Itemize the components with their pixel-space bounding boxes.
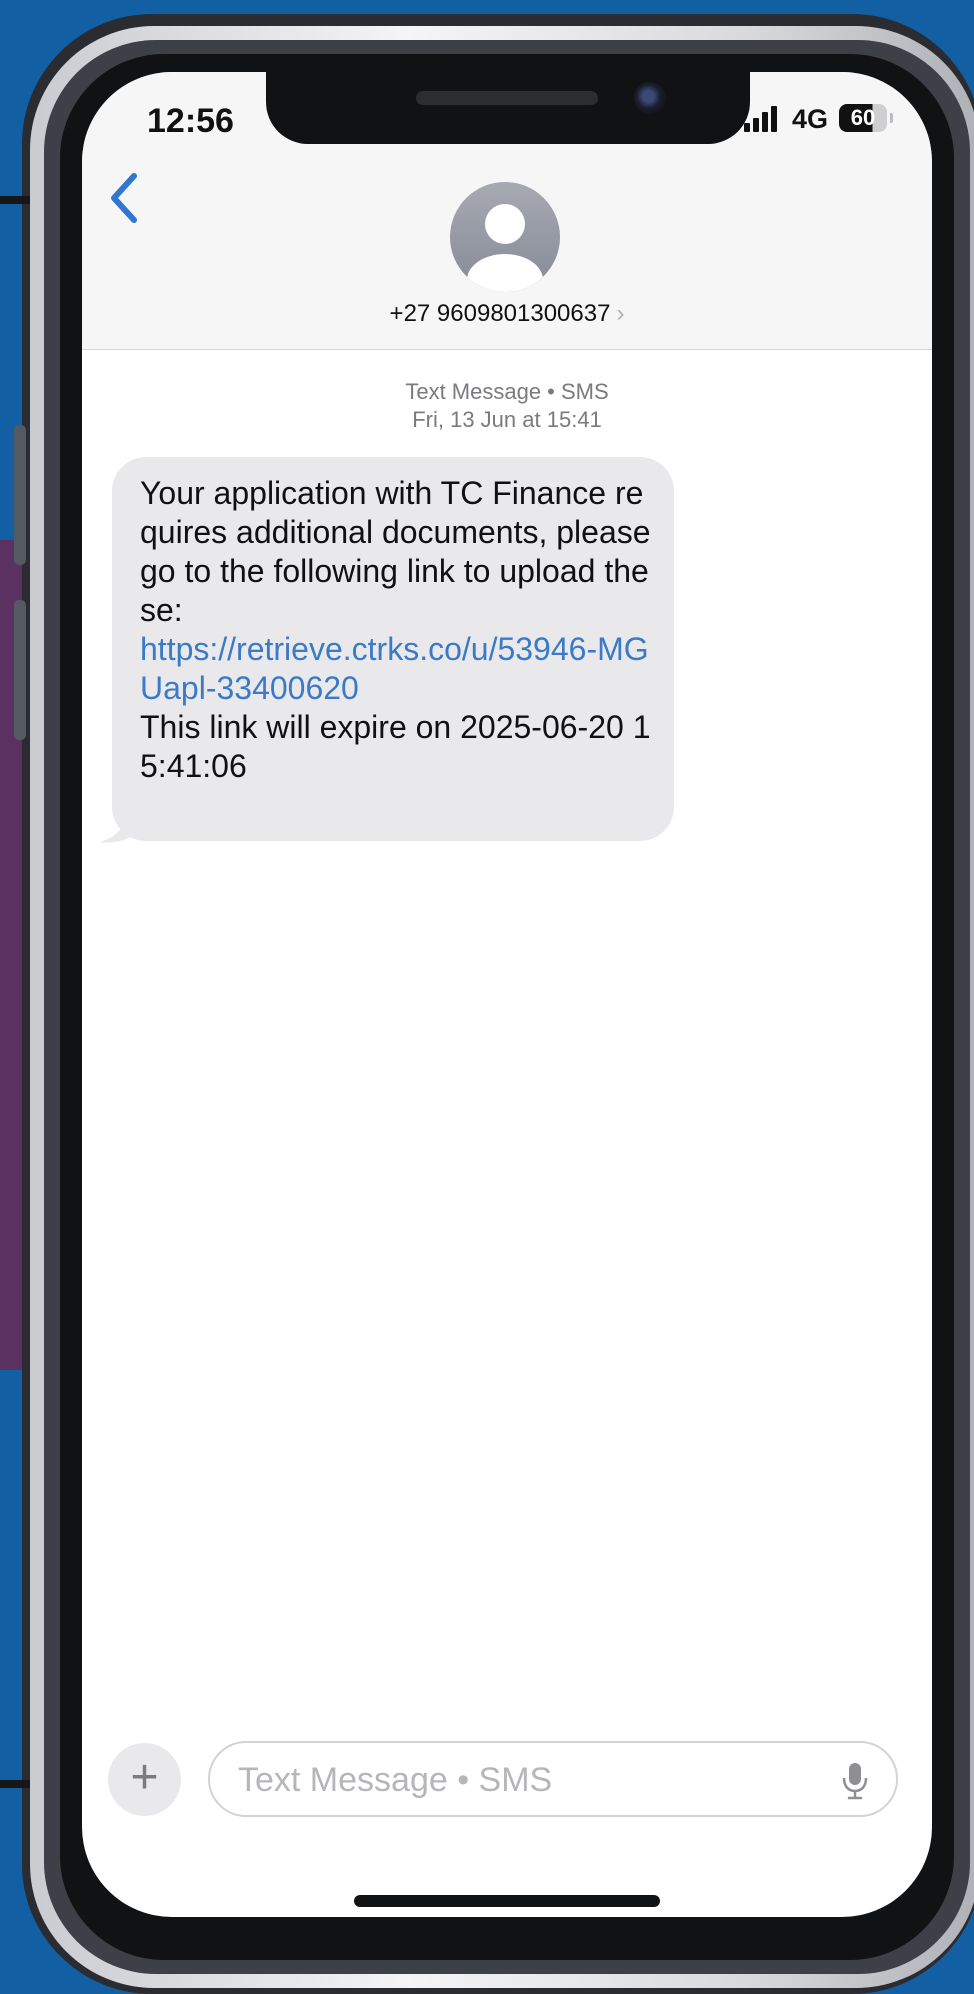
battery-tip bbox=[890, 113, 893, 123]
battery-icon: 60 bbox=[839, 104, 887, 132]
back-button[interactable] bbox=[104, 168, 154, 228]
chevron-left-icon bbox=[111, 173, 137, 223]
person-icon bbox=[467, 204, 543, 292]
volume-down-button bbox=[14, 600, 26, 740]
bubble-tail bbox=[100, 810, 140, 843]
service-label: Text Message • SMS bbox=[405, 379, 609, 404]
volume-up-button bbox=[14, 425, 26, 565]
contact-number: +27 9609801300637 bbox=[389, 300, 611, 327]
contact-avatar[interactable] bbox=[450, 182, 560, 292]
home-indicator[interactable] bbox=[354, 1895, 660, 1907]
status-time: 12:56 bbox=[147, 102, 234, 140]
front-camera bbox=[634, 82, 666, 114]
phone-screen: 12:56 4G 60 +27 9609801300637 › Text Mes… bbox=[82, 72, 932, 1917]
date-label: Fri, 13 Jun at 15:41 bbox=[412, 407, 602, 432]
add-attachment-button[interactable]: + bbox=[108, 1743, 181, 1816]
conversation-header: 12:56 4G 60 +27 9609801300637 › bbox=[82, 72, 932, 350]
message-input[interactable] bbox=[236, 1753, 800, 1807]
signal-bars-icon bbox=[744, 106, 782, 132]
network-type: 4G bbox=[792, 104, 829, 134]
message-body: Your application with TC Finance require… bbox=[140, 475, 651, 628]
message-expiry: This link will expire on 2025-06-20 15:4… bbox=[140, 709, 651, 784]
contact-name-row[interactable]: +27 9609801300637 › bbox=[82, 300, 932, 328]
earpiece-speaker bbox=[416, 91, 598, 105]
microphone-icon[interactable] bbox=[840, 1761, 870, 1801]
chevron-right-icon: › bbox=[616, 300, 625, 327]
message-text: Your application with TC Finance require… bbox=[140, 474, 660, 786]
compose-bar: + bbox=[82, 1737, 932, 1827]
message-link[interactable]: https://retrieve.ctrks.co/u/53946-MGUapl… bbox=[140, 631, 649, 706]
message-input-container[interactable] bbox=[208, 1741, 898, 1817]
thread-meta: Text Message • SMS Fri, 13 Jun at 15:41 bbox=[82, 378, 932, 434]
camera-notch bbox=[266, 72, 750, 144]
